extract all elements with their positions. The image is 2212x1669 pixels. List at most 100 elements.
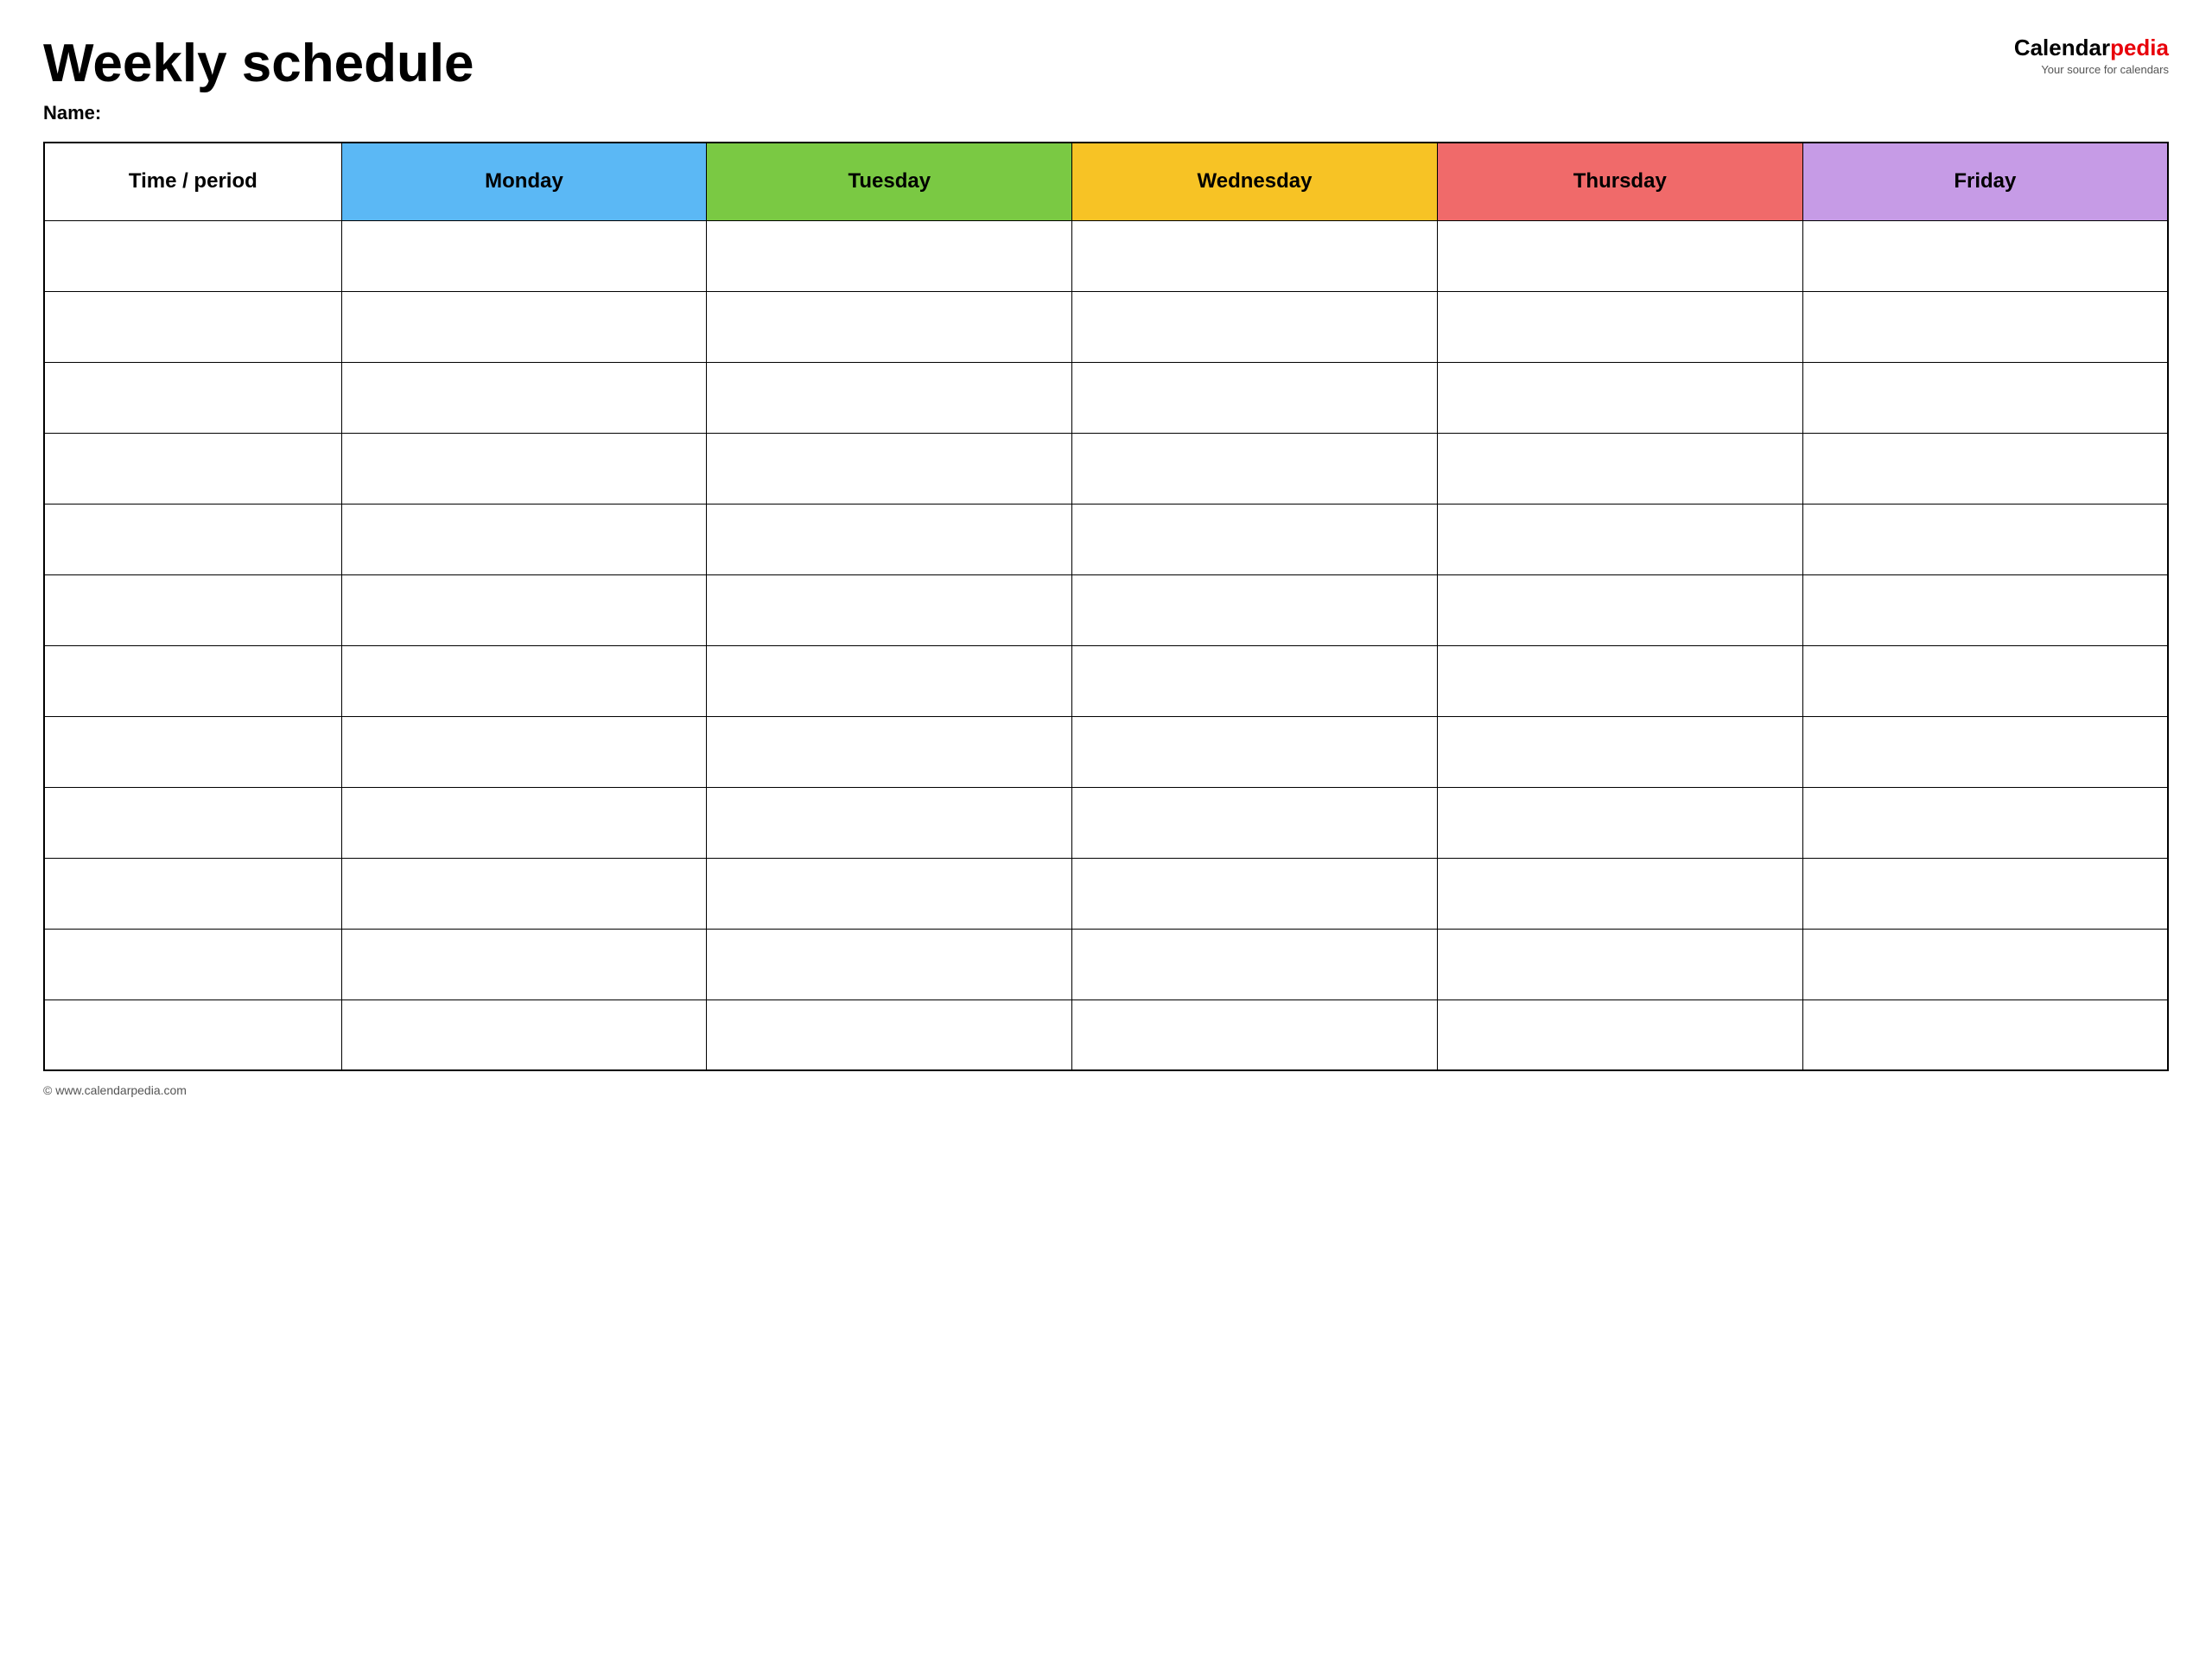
table-cell[interactable]: [1072, 504, 1438, 574]
table-cell[interactable]: [1437, 433, 1802, 504]
table-row: [44, 291, 2168, 362]
table-cell[interactable]: [1437, 362, 1802, 433]
table-cell[interactable]: [1072, 716, 1438, 787]
table-cell[interactable]: [341, 645, 707, 716]
table-cell[interactable]: [44, 787, 341, 858]
table-cell[interactable]: [707, 362, 1072, 433]
table-cell[interactable]: [1437, 504, 1802, 574]
table-cell[interactable]: [1802, 999, 2168, 1070]
table-cell[interactable]: [341, 999, 707, 1070]
name-label: Name:: [43, 102, 1979, 124]
table-row: [44, 929, 2168, 999]
table-cell[interactable]: [341, 858, 707, 929]
table-cell[interactable]: [44, 504, 341, 574]
logo-text: Calendarpedia: [1979, 35, 2169, 61]
table-cell[interactable]: [1072, 929, 1438, 999]
table-cell[interactable]: [707, 220, 1072, 291]
table-cell[interactable]: [1072, 787, 1438, 858]
footer-url: © www.calendarpedia.com: [43, 1083, 187, 1097]
table-cell[interactable]: [1437, 645, 1802, 716]
table-cell[interactable]: [44, 220, 341, 291]
table-cell[interactable]: [1437, 220, 1802, 291]
table-cell[interactable]: [1802, 433, 2168, 504]
table-cell[interactable]: [44, 858, 341, 929]
table-cell[interactable]: [707, 574, 1072, 645]
table-cell[interactable]: [1802, 929, 2168, 999]
table-cell[interactable]: [1437, 787, 1802, 858]
table-cell[interactable]: [707, 999, 1072, 1070]
table-cell[interactable]: [1802, 362, 2168, 433]
table-row: [44, 999, 2168, 1070]
col-header-friday: Friday: [1802, 143, 2168, 220]
table-cell[interactable]: [44, 433, 341, 504]
title-area: Weekly schedule Name:: [43, 35, 1979, 124]
table-row: [44, 362, 2168, 433]
table-body: [44, 220, 2168, 1070]
table-cell[interactable]: [1802, 291, 2168, 362]
table-cell[interactable]: [707, 929, 1072, 999]
logo-calendar: Calendar: [2014, 35, 2110, 60]
table-cell[interactable]: [1072, 433, 1438, 504]
table-cell[interactable]: [707, 645, 1072, 716]
table-cell[interactable]: [341, 362, 707, 433]
table-cell[interactable]: [1072, 220, 1438, 291]
table-cell[interactable]: [707, 504, 1072, 574]
logo-pedia: pedia: [2110, 35, 2169, 60]
table-cell[interactable]: [44, 999, 341, 1070]
table-cell[interactable]: [1802, 858, 2168, 929]
table-cell[interactable]: [341, 787, 707, 858]
table-cell[interactable]: [1072, 291, 1438, 362]
table-cell[interactable]: [44, 645, 341, 716]
col-header-wednesday: Wednesday: [1072, 143, 1438, 220]
table-cell[interactable]: [341, 220, 707, 291]
table-cell[interactable]: [1802, 574, 2168, 645]
col-header-thursday: Thursday: [1437, 143, 1802, 220]
table-cell[interactable]: [1072, 362, 1438, 433]
table-cell[interactable]: [341, 929, 707, 999]
table-cell[interactable]: [707, 858, 1072, 929]
table-cell[interactable]: [1437, 999, 1802, 1070]
table-cell[interactable]: [1802, 645, 2168, 716]
page-title: Weekly schedule: [43, 35, 1979, 93]
table-row: [44, 787, 2168, 858]
logo-tagline: Your source for calendars: [1979, 63, 2169, 76]
table-cell[interactable]: [341, 504, 707, 574]
header-row: Time / period Monday Tuesday Wednesday T…: [44, 143, 2168, 220]
table-cell[interactable]: [707, 433, 1072, 504]
col-header-tuesday: Tuesday: [707, 143, 1072, 220]
table-cell[interactable]: [1802, 504, 2168, 574]
table-cell[interactable]: [1802, 716, 2168, 787]
table-header: Time / period Monday Tuesday Wednesday T…: [44, 143, 2168, 220]
col-header-time: Time / period: [44, 143, 341, 220]
page-header: Weekly schedule Name: Calendarpedia Your…: [43, 35, 2169, 124]
table-cell[interactable]: [1437, 574, 1802, 645]
table-cell[interactable]: [44, 716, 341, 787]
table-cell[interactable]: [341, 716, 707, 787]
schedule-table: Time / period Monday Tuesday Wednesday T…: [43, 142, 2169, 1071]
table-cell[interactable]: [341, 291, 707, 362]
table-cell[interactable]: [1437, 929, 1802, 999]
table-cell[interactable]: [341, 433, 707, 504]
table-cell[interactable]: [1072, 645, 1438, 716]
table-cell[interactable]: [707, 291, 1072, 362]
col-header-monday: Monday: [341, 143, 707, 220]
table-cell[interactable]: [1802, 787, 2168, 858]
footer: © www.calendarpedia.com: [43, 1083, 2169, 1097]
table-row: [44, 645, 2168, 716]
table-cell[interactable]: [1437, 716, 1802, 787]
table-cell[interactable]: [341, 574, 707, 645]
table-cell[interactable]: [1072, 999, 1438, 1070]
table-cell[interactable]: [44, 291, 341, 362]
table-cell[interactable]: [707, 716, 1072, 787]
table-cell[interactable]: [44, 929, 341, 999]
table-cell[interactable]: [707, 787, 1072, 858]
table-cell[interactable]: [44, 362, 341, 433]
table-row: [44, 858, 2168, 929]
table-cell[interactable]: [1437, 858, 1802, 929]
table-cell[interactable]: [1437, 291, 1802, 362]
table-cell[interactable]: [44, 574, 341, 645]
table-cell[interactable]: [1072, 574, 1438, 645]
table-row: [44, 220, 2168, 291]
table-cell[interactable]: [1072, 858, 1438, 929]
table-cell[interactable]: [1802, 220, 2168, 291]
